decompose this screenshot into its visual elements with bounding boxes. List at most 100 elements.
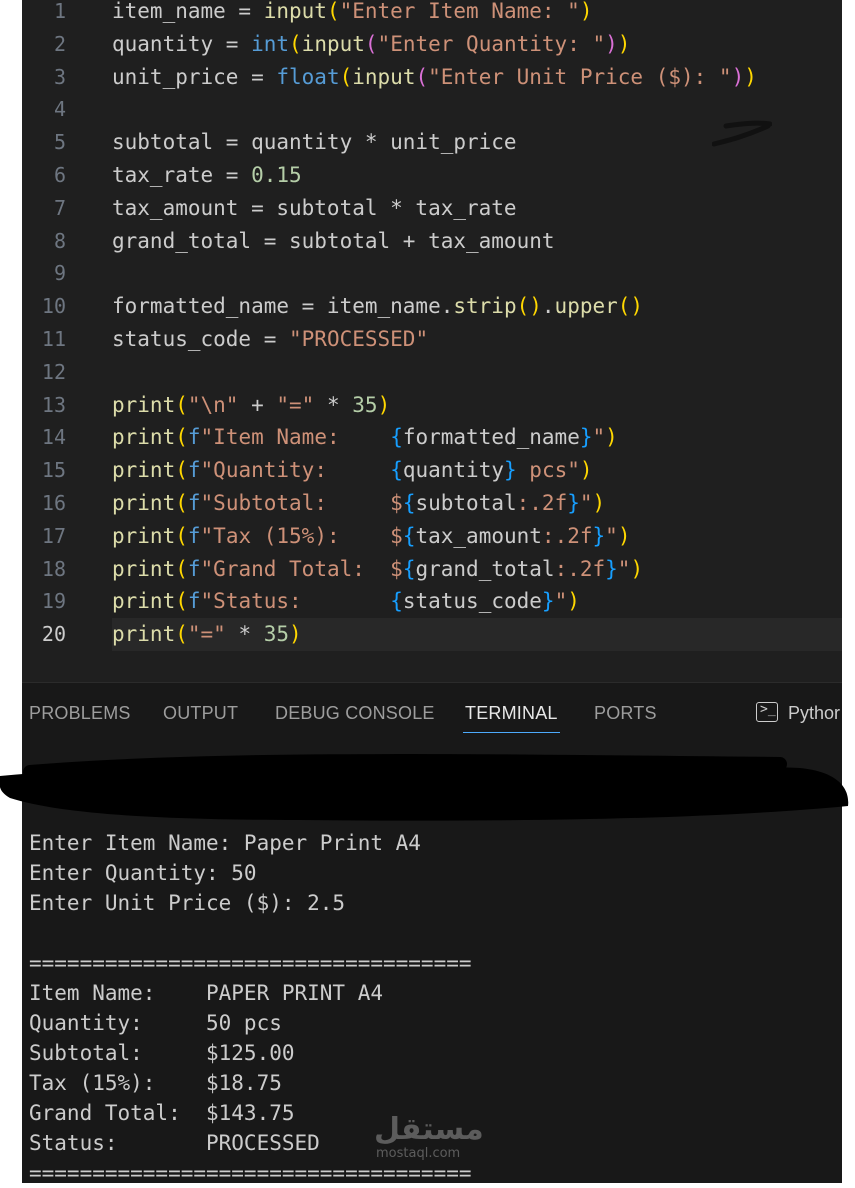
redaction-scribble [0, 754, 849, 821]
code-text: status_code = "PROCESSED" [112, 323, 428, 356]
terminal-line: Status: PROCESSED [29, 1131, 320, 1155]
code-token: { [402, 556, 416, 581]
code-token: "Grand Total: $ [200, 556, 403, 581]
code-token: 35 [352, 392, 378, 417]
code-token: " [617, 556, 631, 581]
code-token: ) [567, 589, 580, 614]
line-number: 12 [41, 359, 66, 384]
code-token: strip [453, 294, 517, 319]
code-line[interactable]: 7 tax_amount = subtotal * tax_rate [22, 192, 842, 225]
code-token: ) [605, 425, 618, 450]
code-token: "=" [276, 392, 315, 417]
tab-terminal[interactable]: TERMINAL [463, 703, 560, 733]
terminal-line: Enter Item Name: Paper Print A4 [29, 831, 421, 855]
code-line[interactable]: 12 [22, 356, 842, 389]
code-token: ) [289, 622, 302, 647]
code-token: ( [175, 523, 188, 548]
code-token: tax_amount = subtotal * tax_rate [112, 195, 517, 220]
terminal-line: Quantity: 50 pcs [29, 1011, 282, 1035]
code-line[interactable]: 11 status_code = "PROCESSED" [22, 323, 842, 356]
code-line[interactable]: 9 [22, 257, 842, 290]
code-text: print("\n" + "=" * 35) [112, 389, 390, 422]
code-line[interactable]: 18 print(f"Grand Total: ${grand_total:.2f… [22, 553, 842, 586]
line-number: 10 [41, 294, 66, 319]
code-token: () [617, 294, 644, 319]
line-number: 1 [53, 0, 66, 23]
code-line[interactable]: 10 formatted_name = item_name.strip().upp… [22, 290, 842, 323]
tab-problems[interactable]: PROBLEMS [29, 703, 131, 724]
code-token: print [112, 622, 176, 647]
code-token: " [554, 589, 568, 614]
code-line[interactable]: 3 unit_price = float(input("Enter Unit Pr… [22, 61, 842, 94]
tab-debug-console[interactable]: DEBUG CONSOLE [275, 703, 435, 724]
code-token: " [592, 425, 606, 450]
watermark-latin: mostaql.com [376, 1146, 461, 1161]
line-number: 4 [53, 97, 66, 122]
code-text: grand_total = subtotal + tax_amount [112, 225, 555, 258]
code-token: print [112, 491, 176, 515]
code-line[interactable]: 19 print(f"Status: {status_code}") [22, 585, 842, 618]
code-token: int [251, 31, 290, 56]
line-number: 3 [53, 64, 66, 89]
code-token: :.2f [516, 491, 568, 515]
code-token: ) [592, 491, 606, 515]
code-token: :.2f [554, 556, 606, 581]
code-token: ) [744, 64, 757, 89]
line-number: 7 [53, 195, 66, 220]
code-text: unit_price = float(input("Enter Unit Pri… [112, 61, 757, 94]
code-line[interactable]: 2 quantity = int(input("Enter Quantity: "… [22, 28, 842, 61]
code-line[interactable]: 16 print(f"Subtotal: ${subtotal:.2f}") [22, 487, 842, 520]
code-token: ) [630, 556, 644, 581]
code-token: pcs" [516, 458, 580, 483]
terminal-icon[interactable]: >_ [756, 702, 778, 722]
code-token: ( [175, 458, 188, 483]
tab-output[interactable]: OUTPUT [163, 703, 238, 724]
code-token: item_name = [112, 0, 264, 23]
code-token: tax_rate = [112, 163, 252, 187]
code-token: tax_amount [415, 523, 542, 548]
code-text: print(f"Status: {status_code}") [112, 585, 580, 618]
code-token: "Status: [200, 589, 391, 614]
code-token: } [504, 458, 517, 483]
code-token: ) [617, 523, 631, 548]
code-token: { [390, 589, 403, 614]
line-number: 14 [41, 425, 66, 450]
terminal-line: Enter Unit Price ($): 2.5 [29, 891, 346, 915]
code-token: 0.15 [251, 163, 302, 187]
code-token: ( [175, 392, 188, 417]
code-token: " [579, 491, 593, 515]
code-token: * [225, 622, 264, 647]
tab-ports[interactable]: PORTS [594, 703, 657, 724]
code-line[interactable]: 14 print(f"Item Name: {formatted_name}") [22, 421, 842, 454]
code-token: { [402, 523, 416, 548]
line-number: 15 [41, 458, 66, 483]
code-token: status_code = [112, 327, 290, 351]
code-token: "Tax (15%): $ [200, 523, 403, 548]
terminal-profile-label[interactable]: Pythor [788, 703, 840, 724]
code-token: f [187, 491, 201, 515]
code-token: subtotal = quantity * unit_price [112, 130, 517, 155]
code-line[interactable]: 1 item_name = input("Enter Item Name: ") [22, 0, 842, 28]
line-number: 2 [53, 31, 66, 56]
code-token: ) [579, 458, 593, 483]
code-token: print [112, 458, 176, 483]
code-line[interactable]: 20 print("=" * 35) [22, 618, 842, 651]
code-line[interactable]: 17 print(f"Tax (15%): ${tax_amount:.2f}") [22, 520, 842, 553]
code-text: print(f"Tax (15%): ${tax_amount:.2f}") [112, 520, 630, 553]
line-number: 8 [53, 228, 66, 253]
code-token: { [402, 491, 416, 515]
code-token: { [390, 458, 403, 483]
code-line[interactable]: 13 print("\n" + "=" * 35) [22, 389, 842, 422]
code-editor[interactable]: 1 item_name = input("Enter Item Name: ") 2… [22, 0, 842, 682]
code-token: float [276, 64, 340, 89]
code-token: ) [377, 392, 391, 417]
code-token: "Enter Quantity: " [377, 31, 606, 56]
code-line[interactable]: 15 print(f"Quantity: {quantity} pcs") [22, 454, 842, 487]
code-token: input [301, 31, 365, 56]
code-line[interactable]: 8 grand_total = subtotal + tax_amount [22, 225, 842, 258]
code-token: grand_total = subtotal + tax_amount [112, 228, 555, 253]
code-line[interactable]: 6 tax_rate = 0.15 [22, 159, 842, 192]
code-token: ( [175, 425, 188, 450]
code-text: formatted_name = item_name.strip().upper… [112, 290, 643, 323]
code-token: " [605, 523, 618, 548]
